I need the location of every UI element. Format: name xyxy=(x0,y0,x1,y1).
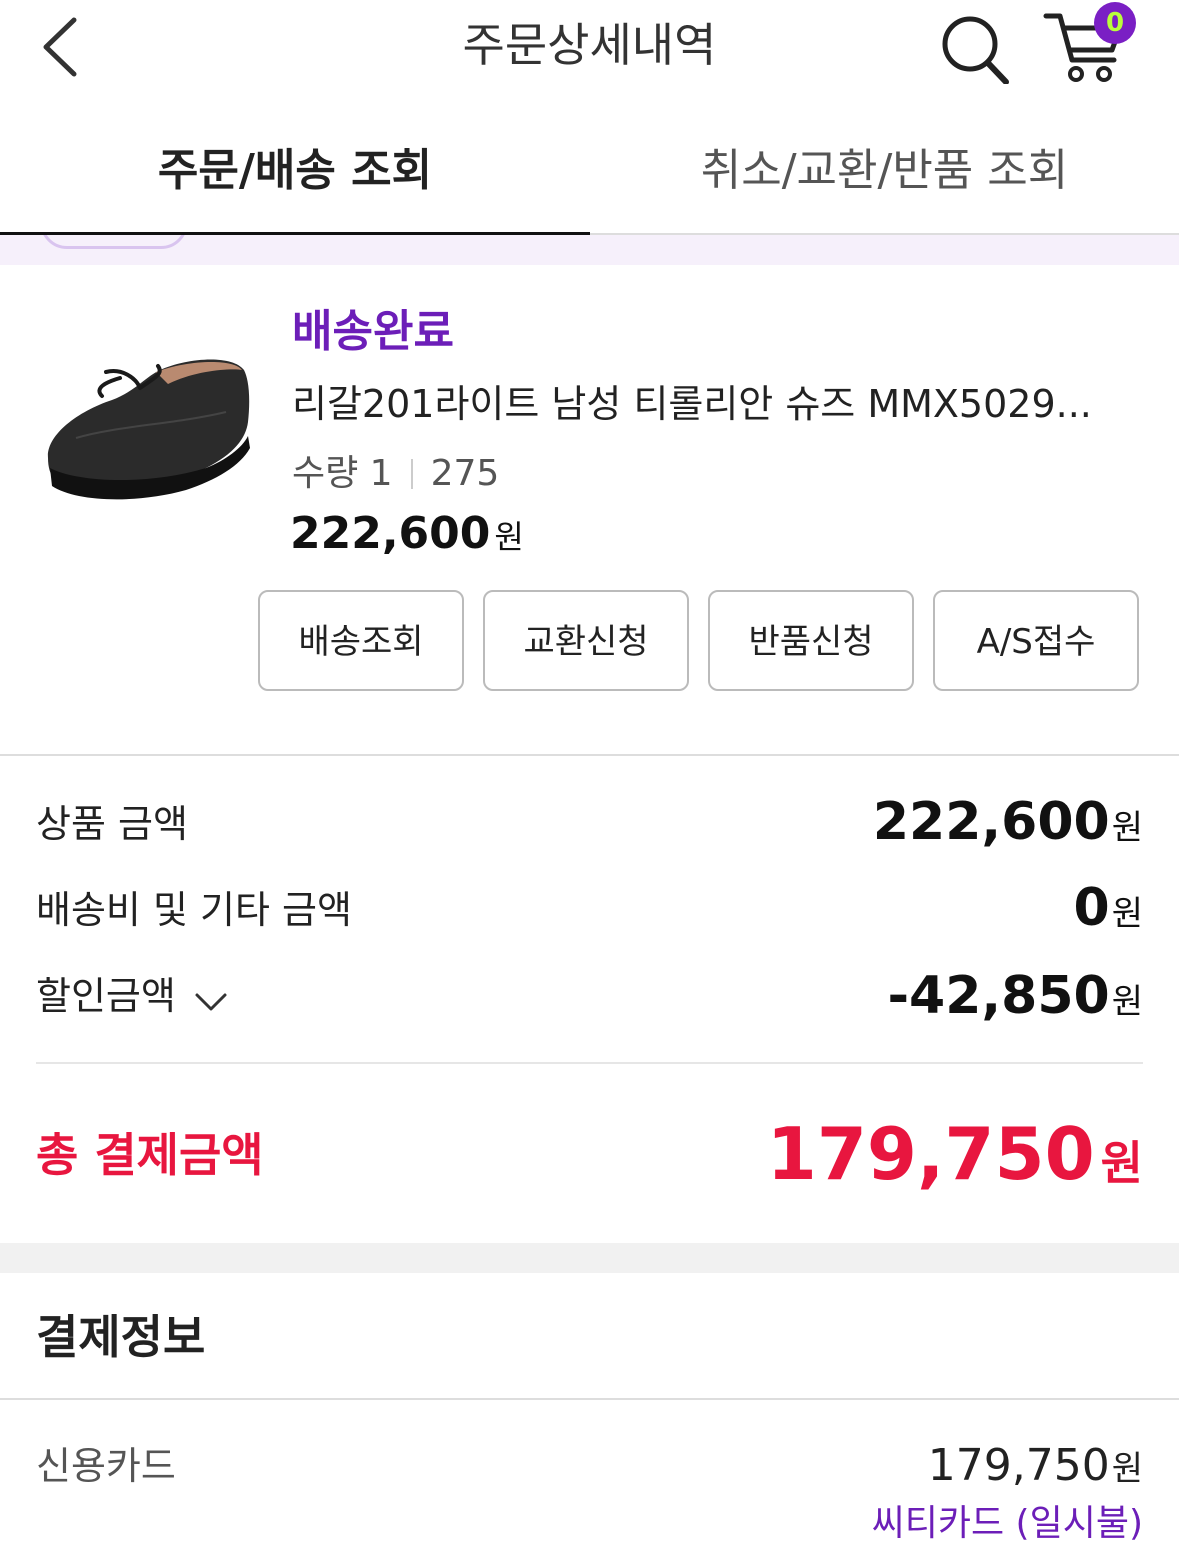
top-bar: 주문상세내역 0 xyxy=(0,0,1179,110)
quantity-label: 수량 1 xyxy=(292,453,393,494)
total-payment-label: 총 결제금액 xyxy=(36,1128,264,1182)
section-spacer xyxy=(0,1243,1179,1273)
track-delivery-button[interactable]: 배송조회 xyxy=(258,590,464,691)
return-request-button[interactable]: 반품신청 xyxy=(708,590,914,691)
tab-cancel-exchange-return[interactable]: 취소/교환/반품 조회 xyxy=(590,140,1179,234)
product-amount-number: 222,600 xyxy=(872,792,1110,852)
won-unit: 원 xyxy=(1111,894,1143,934)
shipping-fee-label: 배송비 및 기타 금액 xyxy=(36,888,352,932)
filter-chip[interactable] xyxy=(40,235,188,249)
exchange-request-button[interactable]: 교환신청 xyxy=(483,590,689,691)
payment-amount: 179,750원 xyxy=(928,1436,1143,1499)
won-unit: 원 xyxy=(1111,1449,1143,1489)
product-name[interactable]: 리갈201라이트 남성 티롤리안 슈즈 MMX5029... xyxy=(292,378,1142,430)
as-request-button[interactable]: A/S접수 xyxy=(933,590,1139,691)
total-payment-value: 179,750 원 xyxy=(767,1112,1143,1205)
section-divider xyxy=(0,754,1179,756)
total-payment-number: 179,750 xyxy=(766,1112,1095,1196)
product-image[interactable] xyxy=(36,308,262,508)
option-divider xyxy=(410,459,413,489)
payment-amount-number: 179,750 xyxy=(927,1440,1110,1491)
search-icon[interactable] xyxy=(938,10,1012,85)
payment-method-label: 신용카드 xyxy=(36,1444,176,1488)
shipping-fee-number: 0 xyxy=(1073,878,1110,938)
cart-count-badge: 0 xyxy=(1094,2,1136,44)
price-value: 222,600 xyxy=(290,508,491,559)
delivery-status: 배송완료 xyxy=(292,306,454,357)
discount-value: -42,850원 xyxy=(887,966,1143,1032)
payment-divider xyxy=(0,1398,1179,1400)
won-unit: 원 xyxy=(1111,982,1143,1022)
tab-order-delivery[interactable]: 주문/배송 조회 xyxy=(0,140,590,234)
product-options: 수량 1 275 xyxy=(292,448,499,500)
size-label: 275 xyxy=(430,453,500,494)
won-unit: 원 xyxy=(1111,808,1143,848)
filter-strip xyxy=(0,235,1179,265)
shipping-fee-value: 0원 xyxy=(1074,878,1143,944)
card-info: 씨티카드 (일시불) xyxy=(871,1503,1143,1544)
chevron-down-icon xyxy=(194,971,228,1027)
discount-label: 할인금액 xyxy=(36,974,176,1018)
product-amount-value: 222,600원 xyxy=(873,792,1143,858)
product-amount-label: 상품 금액 xyxy=(36,802,188,846)
product-price: 222,600 원 xyxy=(290,506,524,565)
payment-info-title: 결제정보 xyxy=(36,1310,206,1364)
discount-toggle[interactable]: 할인금액 xyxy=(36,968,228,1027)
discount-number: -42,850 xyxy=(887,966,1110,1026)
price-unit: 원 xyxy=(494,518,524,556)
summary-divider xyxy=(36,1062,1143,1064)
won-unit: 원 xyxy=(1100,1136,1143,1190)
